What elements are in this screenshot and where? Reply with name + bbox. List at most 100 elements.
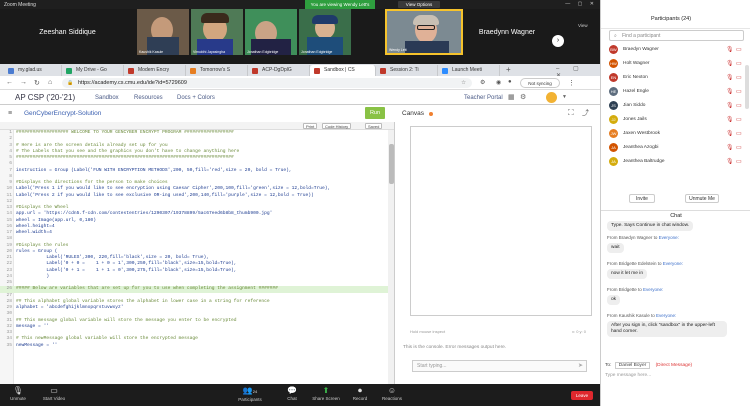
participant-row[interactable]: JS Jian Siddo 🎙 ▭ xyxy=(601,100,750,112)
fullscreen-icon[interactable]: ⛶ xyxy=(568,108,574,118)
start-video-button[interactable]: ▭ Start Video xyxy=(34,386,74,401)
video-tile[interactable]: Zeeshan Siddique xyxy=(0,9,135,55)
microphone-muted-icon: 🎙 xyxy=(726,103,734,109)
gallery-view-button[interactable]: View xyxy=(578,23,588,28)
browser-tab[interactable]: Tomorrow's S xyxy=(186,65,248,76)
back-arrow-icon[interactable]: ← xyxy=(6,79,13,86)
gallery-next-arrow-icon[interactable]: › xyxy=(552,35,564,47)
video-tile[interactable]: Braedynn Wagner xyxy=(466,9,548,55)
code-line[interactable]: 35 newMessage = '' xyxy=(0,343,388,349)
editor-scrollbar[interactable] xyxy=(388,130,394,384)
participant-row[interactable]: JW Jaxen Westbrook 🎙 ▭ xyxy=(601,128,750,140)
video-tile[interactable]: Kaushik Kasule xyxy=(137,9,189,55)
participant-name: Jonathan Edgbridge xyxy=(247,50,279,54)
reload-icon[interactable]: ↻ xyxy=(34,79,40,87)
unmute-label: Unmute xyxy=(10,396,26,401)
participant-row[interactable]: HE Hazel Engle 🎙 ▭ xyxy=(601,86,750,98)
participant-row[interactable]: EN Eric Nexton 🎙 ▭ xyxy=(601,72,750,84)
participants-count: 24 xyxy=(252,389,258,394)
chat-to: Everyone: xyxy=(656,313,677,318)
chevron-down-icon[interactable]: ▼ xyxy=(562,94,567,100)
participant-name: Jonathan Edgbridge xyxy=(301,50,333,54)
url-field[interactable]: 🔒 https://academy.cs.cmu.edu/ide?id=5729… xyxy=(62,78,472,88)
send-icon[interactable]: ➤ xyxy=(578,361,583,372)
chat-from: From Braedyn Wagner to xyxy=(607,235,658,240)
nav-docs-colors[interactable]: Docs + Colors xyxy=(177,95,215,101)
participant-row[interactable]: BW Braedyn Wagner 🎙 ▭ xyxy=(601,44,750,56)
chat-input[interactable]: Type message here... xyxy=(605,373,651,378)
browser-tab-active[interactable]: Sandbox | CS xyxy=(310,65,376,76)
browser-tab[interactable]: Session 2: Ti xyxy=(376,65,438,76)
extension-icon[interactable]: ◉ xyxy=(496,79,501,86)
camera-off-icon: ▭ xyxy=(50,386,58,395)
video-tile[interactable]: Jonathan Edgbridge xyxy=(299,9,351,55)
search-placeholder: Find a participant xyxy=(622,33,661,39)
participant-search-input[interactable]: ⌕ Find a participant xyxy=(609,30,744,41)
tab-label: My Drive - Go xyxy=(76,67,107,73)
project-title[interactable]: GenCyberEncrypt-Solution xyxy=(24,110,101,117)
code-text: Label('0 + 1 = 1 + 1 = 0',300,275,fill='… xyxy=(16,267,237,273)
nav-resources[interactable]: Resources xyxy=(134,95,163,101)
participant-row[interactable]: JJ Jones Jails 🎙 ▭ xyxy=(601,114,750,126)
participants-title: Participants (24) xyxy=(651,16,692,22)
participant-list-scrollbar[interactable] xyxy=(745,65,749,109)
share-icon[interactable]: ⤴ xyxy=(582,108,589,118)
kebab-menu-icon[interactable]: ⋮ xyxy=(568,79,575,87)
new-tab-plus-icon[interactable]: + xyxy=(506,65,511,74)
participants-button[interactable]: 👥24 Participants xyxy=(230,386,270,402)
recipient-dropdown[interactable]: Daniel Boyer xyxy=(614,362,651,369)
scrollbar-thumb[interactable] xyxy=(389,144,394,184)
view-options-button[interactable]: View Options xyxy=(398,1,440,8)
window-controls[interactable]: — ▢ ✕ xyxy=(565,1,597,7)
unmute-button[interactable]: 🎙 Unmute xyxy=(0,386,38,401)
reactions-button[interactable]: ☺ Reactions xyxy=(372,386,412,401)
teacher-portal-link[interactable]: Teacher Portal xyxy=(464,95,503,101)
code-editor[interactable]: Print Code History Saved 1 ##############… xyxy=(0,122,395,384)
line-number: 35 xyxy=(6,342,12,348)
user-avatar[interactable] xyxy=(546,92,557,103)
home-icon[interactable]: ⌂ xyxy=(48,79,52,86)
unmute-me-button[interactable]: Unmute Me xyxy=(685,194,719,203)
extension-icon[interactable]: ⚙ xyxy=(480,79,485,86)
participant-name: Holt Wagner xyxy=(623,61,650,66)
chat-message: Type. Says Continue in chat window. xyxy=(607,221,694,231)
console-input[interactable]: Start typing... ➤ xyxy=(412,360,587,372)
participant-row[interactable]: JA Jeanthea Azogbi 🎙 ▭ xyxy=(601,142,750,154)
code-text: newMessage = '' xyxy=(16,342,58,348)
microphone-muted-icon: 🎙 xyxy=(726,75,734,81)
settings-gear-icon[interactable]: ⚙ xyxy=(520,93,526,101)
tab-favicon-icon xyxy=(442,68,448,74)
invite-button[interactable]: Invite xyxy=(629,194,655,203)
video-off-icon: ▭ xyxy=(736,159,742,165)
video-tile[interactable]: Vimukthi Jayasingha xyxy=(191,9,243,55)
browser-tab[interactable]: Launch Meeti xyxy=(438,65,500,76)
drawing-canvas[interactable] xyxy=(410,126,592,316)
print-button[interactable]: Print xyxy=(303,123,318,129)
video-off-icon: ▭ xyxy=(736,145,742,151)
browser-tab[interactable]: My Drive - Go xyxy=(62,65,124,76)
run-button[interactable]: Run xyxy=(365,107,385,119)
participant-row[interactable]: JA Jeanthea Baltrudge 🎙 ▭ xyxy=(601,156,750,168)
participant-name: Braedyn Wagner xyxy=(623,47,659,52)
leave-meeting-button[interactable]: Leave xyxy=(571,391,593,400)
star-icon[interactable]: ☆ xyxy=(461,78,466,88)
browser-tab[interactable]: ACP-DgDplG xyxy=(248,65,310,76)
participant-row[interactable]: HW Holt Wagner 🎙 ▭ xyxy=(601,58,750,70)
participant-name: Jaxen Westbrook xyxy=(623,131,660,136)
grid-icon[interactable]: ▦ xyxy=(508,93,515,101)
nav-sandbox[interactable]: Sandbox xyxy=(95,95,119,101)
profile-icon[interactable]: ● xyxy=(508,79,512,85)
chat-to: Everyone: xyxy=(662,261,684,266)
zoom-app-title: Zoom Meeting xyxy=(4,2,36,8)
browser-tab[interactable]: Modern Encry xyxy=(124,65,186,76)
video-tile[interactable]: Jonathan Edgbridge xyxy=(245,9,297,55)
code-text: ## This message global variable will sto… xyxy=(16,317,237,323)
code-lines[interactable]: 1 ################### WELCOME TO YOUR GEN… xyxy=(0,130,388,384)
hamburger-menu-icon[interactable]: ≡ xyxy=(8,110,12,117)
code-history-button[interactable]: Code History xyxy=(322,123,352,129)
browser-tab[interactable]: my.glad.us xyxy=(4,65,62,76)
video-tile-active-speaker[interactable]: Wendy Lett xyxy=(385,9,463,55)
course-logo[interactable]: AP CSP ('20-'21) xyxy=(15,93,75,102)
forward-arrow-icon[interactable]: → xyxy=(20,79,27,86)
not-syncing-button[interactable]: Not syncing xyxy=(520,78,560,88)
